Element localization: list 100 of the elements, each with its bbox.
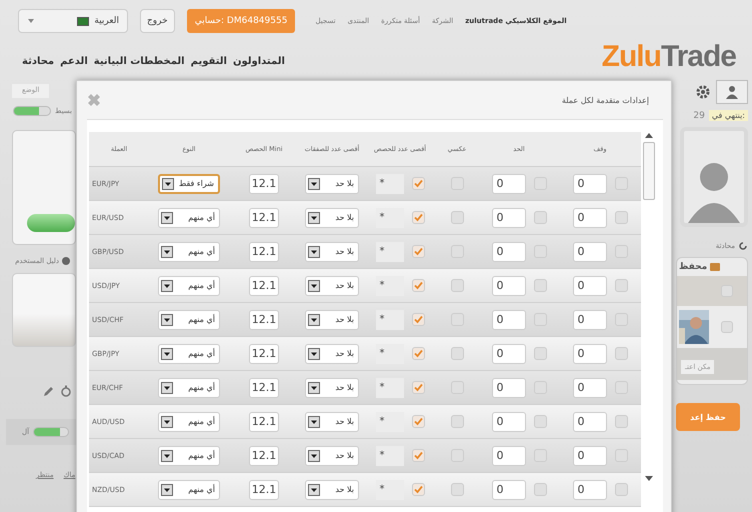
- checkbox[interactable]: [534, 483, 546, 496]
- mini-lots-field[interactable]: 12.1: [249, 344, 279, 364]
- stop-field[interactable]: 0: [572, 310, 606, 330]
- mini-lots-field[interactable]: 12.1: [249, 480, 279, 500]
- settings-icon[interactable]: [696, 85, 710, 99]
- type-select[interactable]: أي منهم: [158, 276, 220, 296]
- stop-field[interactable]: 0: [572, 378, 606, 398]
- checkbox[interactable]: [412, 415, 424, 428]
- checkbox[interactable]: [412, 449, 424, 462]
- max-lots-field[interactable]: *: [376, 310, 404, 330]
- limit-field[interactable]: 0: [492, 446, 526, 466]
- max-trades-select[interactable]: بلا حد: [305, 242, 359, 262]
- checkbox[interactable]: [412, 381, 424, 394]
- limit-field[interactable]: 0: [492, 276, 526, 296]
- checkbox[interactable]: [450, 483, 464, 496]
- stop-field[interactable]: 0: [572, 208, 606, 228]
- stop-field[interactable]: 0: [572, 242, 606, 262]
- max-lots-field[interactable]: *: [376, 174, 404, 194]
- logo[interactable]: ZuluTrade: [602, 40, 736, 74]
- limit-field[interactable]: 0: [492, 480, 526, 500]
- checkbox[interactable]: [534, 415, 546, 428]
- checkbox[interactable]: [450, 211, 464, 224]
- stop-field[interactable]: 0: [572, 174, 606, 194]
- mini-lots-field[interactable]: 12.1: [249, 208, 279, 228]
- mini-lots-field[interactable]: 12.1: [249, 412, 279, 432]
- pencil-icon[interactable]: [43, 385, 55, 397]
- pill-button[interactable]: [27, 214, 75, 232]
- checkbox[interactable]: [450, 415, 464, 428]
- checkbox[interactable]: [412, 245, 424, 258]
- type-select[interactable]: أي منهم: [158, 480, 220, 500]
- nav-link[interactable]: المخططات البيانية: [94, 56, 185, 66]
- max-lots-field[interactable]: *: [376, 480, 404, 500]
- max-trades-select[interactable]: بلا حد: [305, 480, 359, 500]
- checkbox[interactable]: [534, 279, 546, 292]
- limit-field[interactable]: 0: [492, 344, 526, 364]
- type-select[interactable]: شراء فقط: [158, 174, 220, 194]
- limit-field[interactable]: 0: [492, 208, 526, 228]
- max-trades-select[interactable]: بلا حد: [305, 310, 359, 330]
- slider[interactable]: [33, 427, 70, 437]
- scroll-down-icon[interactable]: [645, 476, 653, 482]
- checkbox[interactable]: [412, 313, 424, 326]
- type-select[interactable]: أي منهم: [158, 344, 220, 364]
- mini-lots-field[interactable]: 12.1: [249, 378, 279, 398]
- max-trades-select[interactable]: بلا حد: [305, 412, 359, 432]
- checkbox[interactable]: [614, 211, 628, 224]
- max-trades-select[interactable]: بلا حد: [305, 344, 359, 364]
- checkbox[interactable]: [614, 415, 628, 428]
- max-lots-field[interactable]: *: [376, 208, 404, 228]
- nav-link[interactable]: المتداولون: [232, 56, 285, 66]
- max-lots-field[interactable]: *: [376, 446, 404, 466]
- max-trades-select[interactable]: بلا حد: [305, 276, 359, 296]
- close-icon[interactable]: [86, 92, 102, 108]
- limit-field[interactable]: 0: [492, 242, 526, 262]
- checkbox[interactable]: [412, 279, 424, 292]
- checkbox[interactable]: [614, 347, 628, 360]
- scroll-up-icon[interactable]: [645, 132, 653, 138]
- type-select[interactable]: أي منهم: [158, 378, 220, 398]
- max-lots-field[interactable]: *: [376, 276, 404, 296]
- stop-field[interactable]: 0: [572, 344, 606, 364]
- checkbox[interactable]: [412, 211, 424, 224]
- stop-field[interactable]: 0: [572, 412, 606, 432]
- logout-button[interactable]: خروج: [140, 9, 175, 33]
- checkbox[interactable]: [721, 321, 733, 333]
- type-select[interactable]: أي منهم: [158, 242, 220, 262]
- mini-lots-field[interactable]: 12.1: [249, 446, 279, 466]
- max-trades-select[interactable]: بلا حد: [305, 174, 359, 194]
- mini-lots-field[interactable]: 12.1: [249, 242, 279, 262]
- max-lots-field[interactable]: *: [376, 378, 404, 398]
- checkbox[interactable]: [412, 177, 424, 190]
- checkbox[interactable]: [614, 279, 628, 292]
- max-lots-field[interactable]: *: [376, 242, 404, 262]
- max-trades-select[interactable]: بلا حد: [305, 208, 359, 228]
- timer-icon[interactable]: [60, 385, 72, 397]
- checkbox[interactable]: [450, 279, 464, 292]
- type-select[interactable]: أي منهم: [158, 412, 220, 432]
- checkbox[interactable]: [412, 483, 424, 496]
- limit-field[interactable]: 0: [492, 378, 526, 398]
- type-select[interactable]: أي منهم: [158, 310, 220, 330]
- language-select[interactable]: العربية: [18, 9, 128, 33]
- nav-link[interactable]: الدعم: [60, 56, 88, 66]
- stop-field[interactable]: 0: [572, 446, 606, 466]
- mini-lots-field[interactable]: 12.1: [249, 174, 279, 194]
- stop-field[interactable]: 0: [572, 276, 606, 296]
- max-lots-field[interactable]: *: [376, 412, 404, 432]
- checkbox[interactable]: [412, 347, 424, 360]
- checkbox[interactable]: [534, 347, 546, 360]
- type-select[interactable]: أي منهم: [158, 208, 220, 228]
- nav-link[interactable]: محادثة: [22, 56, 54, 66]
- checkbox[interactable]: [450, 347, 464, 360]
- limit-field[interactable]: 0: [492, 412, 526, 432]
- scrollbar-thumb[interactable]: [643, 142, 655, 200]
- slider[interactable]: [13, 106, 52, 116]
- nav-link[interactable]: التقويم: [190, 56, 227, 66]
- user-button[interactable]: [716, 80, 748, 104]
- type-select[interactable]: أي منهم: [158, 446, 220, 466]
- max-lots-field[interactable]: *: [376, 344, 404, 364]
- mini-lots-field[interactable]: 12.1: [249, 310, 279, 330]
- checkbox[interactable]: [534, 211, 546, 224]
- limit-field[interactable]: 0: [492, 174, 526, 194]
- stop-field[interactable]: 0: [572, 480, 606, 500]
